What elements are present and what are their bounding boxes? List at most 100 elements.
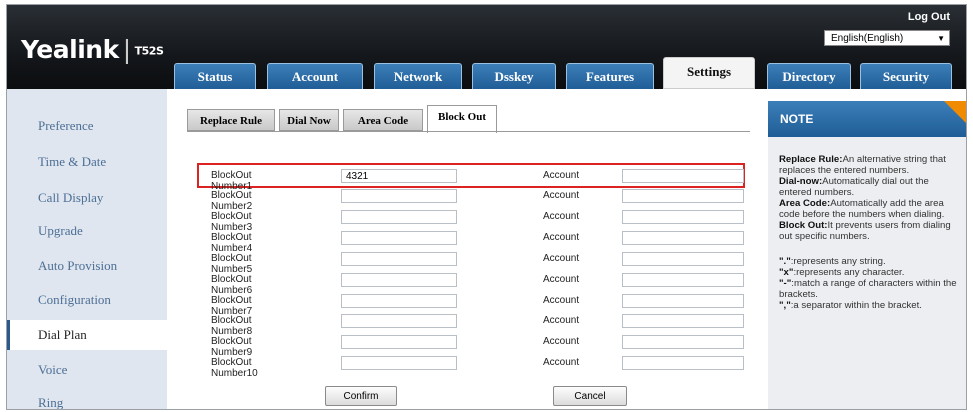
note-term: Replace Rule: bbox=[779, 154, 843, 165]
sidebar-item-configuration[interactable]: Configuration bbox=[7, 285, 167, 315]
account-select-9[interactable] bbox=[622, 335, 744, 349]
sidebar-item-upgrade[interactable]: Upgrade bbox=[7, 216, 167, 246]
tab-settings[interactable]: Settings bbox=[663, 57, 755, 89]
note-panel: NOTE Replace Rule:An alternative string … bbox=[768, 101, 966, 409]
note-title: NOTE bbox=[768, 101, 966, 137]
note-definition: Area Code:Automatically add the area cod… bbox=[779, 198, 961, 220]
blockout-label-3: BlockOut Number3 bbox=[211, 211, 253, 233]
brand-logo: Yealink | T52S bbox=[21, 35, 164, 64]
note-definition: Block Out:It prevents users from dialing… bbox=[779, 220, 961, 242]
chevron-down-icon: ▼ bbox=[937, 34, 945, 43]
sidebar-item-auto-provision[interactable]: Auto Provision bbox=[7, 251, 167, 281]
main-content: Replace Rule Dial Now Area Code Block Ou… bbox=[173, 95, 763, 409]
note-symbol-char: "-" bbox=[779, 278, 792, 289]
blockout-label-8: BlockOut Number8 bbox=[211, 315, 253, 337]
sidebar-item-dial-plan[interactable]: Dial Plan bbox=[7, 320, 167, 350]
blockout-number-5-input[interactable] bbox=[341, 252, 457, 266]
note-symbol: "x":represents any character. bbox=[779, 267, 961, 278]
cancel-button[interactable]: Cancel bbox=[553, 386, 627, 406]
note-term: Block Out: bbox=[779, 220, 828, 231]
sidebar-item-time-date[interactable]: Time & Date bbox=[7, 147, 167, 177]
blockout-label-2: BlockOut Number2 bbox=[211, 190, 253, 212]
sidebar: Preference Time & Date Call Display Upgr… bbox=[7, 89, 167, 409]
note-symbol-text: :match a range of characters within the … bbox=[779, 278, 957, 300]
account-label-10: Account bbox=[543, 357, 580, 368]
account-label-7: Account bbox=[543, 295, 580, 306]
account-select-4[interactable] bbox=[622, 231, 744, 245]
note-definition: Replace Rule:An alternative string that … bbox=[779, 154, 961, 176]
note-term: Area Code: bbox=[779, 198, 831, 209]
account-select-1[interactable] bbox=[622, 169, 744, 183]
tab-network[interactable]: Network bbox=[374, 63, 462, 89]
blockout-number-1-input[interactable]: 4321 bbox=[341, 169, 457, 183]
note-symbol: ".":represents any string. bbox=[779, 256, 961, 267]
subtab-dial-now[interactable]: Dial Now bbox=[279, 109, 339, 131]
account-label-2: Account bbox=[543, 190, 580, 201]
confirm-button[interactable]: Confirm bbox=[325, 386, 397, 406]
sidebar-item-ring[interactable]: Ring bbox=[7, 388, 167, 409]
note-symbol-char: "," bbox=[779, 300, 791, 311]
logout-link[interactable]: Log Out bbox=[908, 11, 950, 23]
brand-separator: | bbox=[122, 35, 131, 64]
account-select-3[interactable] bbox=[622, 210, 744, 224]
account-label-3: Account bbox=[543, 211, 580, 222]
note-symbol: ",":a separator within the bracket. bbox=[779, 300, 961, 311]
tab-directory[interactable]: Directory bbox=[767, 63, 851, 89]
note-symbol-char: "." bbox=[779, 256, 791, 267]
sidebar-item-voice[interactable]: Voice bbox=[7, 355, 167, 385]
note-symbol-text: :represents any character. bbox=[793, 267, 905, 278]
blockout-label-7: BlockOut Number7 bbox=[211, 295, 253, 317]
language-select[interactable]: English(English) ▼ bbox=[824, 30, 950, 46]
note-symbol-text: :a separator within the bracket. bbox=[790, 300, 922, 311]
blockout-label-1: BlockOut Number1 bbox=[211, 170, 253, 192]
blockout-number-8-input[interactable] bbox=[341, 314, 457, 328]
blockout-number-3-input[interactable] bbox=[341, 210, 457, 224]
tab-security[interactable]: Security bbox=[860, 63, 952, 89]
blockout-label-10: BlockOut Number10 bbox=[211, 357, 258, 379]
account-select-5[interactable] bbox=[622, 252, 744, 266]
blockout-label-6: BlockOut Number6 bbox=[211, 274, 253, 296]
tab-dsskey[interactable]: Dsskey bbox=[472, 63, 556, 89]
header-bar: Yealink | T52S Log Out English(English) ▼ … bbox=[7, 5, 966, 89]
subtab-replace-rule[interactable]: Replace Rule bbox=[187, 109, 275, 131]
account-label-6: Account bbox=[543, 274, 580, 285]
account-label-5: Account bbox=[543, 253, 580, 264]
account-select-8[interactable] bbox=[622, 314, 744, 328]
language-value: English(English) bbox=[831, 33, 904, 44]
blockout-label-5: BlockOut Number5 bbox=[211, 253, 253, 275]
note-symbol-text: :represents any string. bbox=[790, 256, 886, 267]
brand-name: Yealink bbox=[21, 35, 119, 64]
note-symbol: "-":match a range of characters within t… bbox=[779, 278, 961, 300]
note-term: Dial-now: bbox=[779, 176, 823, 187]
blockout-number-7-input[interactable] bbox=[341, 294, 457, 308]
account-select-6[interactable] bbox=[622, 273, 744, 287]
account-label-9: Account bbox=[543, 336, 580, 347]
account-label-4: Account bbox=[543, 232, 580, 243]
subtab-area-code[interactable]: Area Code bbox=[343, 109, 423, 131]
tab-features[interactable]: Features bbox=[566, 63, 654, 89]
sidebar-item-call-display[interactable]: Call Display bbox=[7, 183, 167, 213]
account-label-8: Account bbox=[543, 315, 580, 326]
blockout-label-4: BlockOut Number4 bbox=[211, 232, 253, 254]
blockout-number-9-input[interactable] bbox=[341, 335, 457, 349]
note-gap bbox=[779, 242, 961, 256]
account-select-7[interactable] bbox=[622, 294, 744, 308]
account-select-2[interactable] bbox=[622, 189, 744, 203]
blockout-number-4-input[interactable] bbox=[341, 231, 457, 245]
model-name: T52S bbox=[134, 44, 164, 58]
sidebar-item-preference[interactable]: Preference bbox=[7, 111, 167, 141]
subtab-block-out[interactable]: Block Out bbox=[427, 105, 497, 133]
blockout-number-6-input[interactable] bbox=[341, 273, 457, 287]
account-select-10[interactable] bbox=[622, 356, 744, 370]
note-symbol-char: "x" bbox=[779, 267, 794, 278]
note-body: Replace Rule:An alternative string that … bbox=[779, 154, 961, 311]
blockout-number-2-input[interactable] bbox=[341, 189, 457, 203]
blockout-number-10-input[interactable] bbox=[341, 356, 457, 370]
subtab-divider bbox=[187, 131, 750, 132]
tab-account[interactable]: Account bbox=[267, 63, 363, 89]
account-label-1: Account bbox=[543, 170, 580, 181]
tab-status[interactable]: Status bbox=[174, 63, 256, 89]
blockout-label-9: BlockOut Number9 bbox=[211, 336, 253, 358]
app-frame: Yealink | T52S Log Out English(English) ▼ … bbox=[6, 4, 967, 410]
note-definition: Dial-now:Automatically dial out the ente… bbox=[779, 176, 961, 198]
